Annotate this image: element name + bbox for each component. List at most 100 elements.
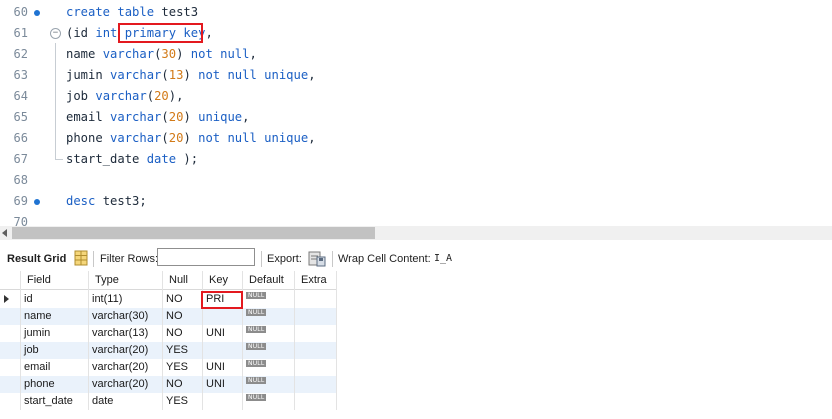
code-line[interactable]: 65 email varchar(20) unique, (0, 107, 832, 128)
code-text: name varchar(30) not null, (66, 44, 257, 65)
cell-null[interactable]: NO (163, 308, 203, 325)
column-header-extra[interactable]: Extra (295, 272, 337, 289)
grid-view-icon[interactable] (74, 250, 88, 266)
highlight-primary-key (118, 23, 203, 43)
statement-marker-icon (34, 199, 40, 205)
table-row[interactable]: email varchar(20) YES UNI NULL (0, 359, 337, 376)
cell-null[interactable]: NO (163, 325, 203, 342)
table-row[interactable]: job varchar(20) YES NULL (0, 342, 337, 359)
cell-key[interactable]: UNI (203, 325, 243, 342)
cell-extra[interactable] (295, 393, 337, 410)
code-line[interactable]: 60 create table test3 (0, 2, 832, 23)
column-header-field[interactable]: Field (21, 272, 89, 289)
table-row[interactable]: name varchar(30) NO NULL (0, 308, 337, 325)
cell-extra[interactable] (295, 308, 337, 325)
cell-default[interactable]: NULL (243, 308, 295, 325)
table-row[interactable]: id int(11) NO PRI NULL (0, 291, 337, 308)
code-token: 20 (154, 89, 169, 103)
cell-field[interactable]: job (21, 342, 89, 359)
code-line[interactable]: 64 job varchar(20), (0, 86, 832, 107)
code-token: 30 (161, 47, 177, 61)
code-token: ), (168, 89, 184, 103)
cell-default[interactable]: NULL (243, 325, 295, 342)
cell-type[interactable]: varchar(20) (89, 342, 163, 359)
cell-default[interactable]: NULL (243, 291, 295, 308)
null-badge: NULL (246, 377, 267, 384)
cell-null[interactable]: YES (163, 359, 203, 376)
column-header-type[interactable]: Type (89, 272, 163, 289)
scroll-left-icon[interactable] (2, 229, 7, 237)
cell-key[interactable] (203, 393, 243, 410)
line-number: 70 (13, 215, 28, 226)
result-grid-tab[interactable]: Result Grid (7, 247, 66, 271)
code-line[interactable]: 70 (0, 212, 832, 226)
cell-field[interactable]: id (21, 291, 89, 308)
cell-default[interactable]: NULL (243, 342, 295, 359)
code-token: jumin (66, 68, 111, 82)
cell-default[interactable]: NULL (243, 376, 295, 393)
cell-field[interactable]: phone (21, 376, 89, 393)
code-text: start_date date ); (66, 149, 198, 170)
cell-field[interactable]: start_date (21, 393, 89, 410)
sql-editor[interactable]: 60 create table test3 61− (id int primary k… (0, 0, 832, 226)
code-line[interactable]: 63 jumin varchar(13) not null unique, (0, 65, 832, 86)
cell-field[interactable]: name (21, 308, 89, 325)
grid-column-divider (88, 271, 89, 410)
cell-default[interactable]: NULL (243, 359, 295, 376)
fold-toggle-icon[interactable]: − (50, 28, 61, 39)
row-selector[interactable] (0, 376, 20, 393)
scrollbar-thumb[interactable] (12, 227, 375, 239)
cell-type[interactable]: varchar(20) (89, 376, 163, 393)
cell-null[interactable]: YES (163, 342, 203, 359)
row-selector[interactable] (0, 393, 20, 410)
cell-type[interactable]: varchar(13) (89, 325, 163, 342)
cell-extra[interactable] (295, 325, 337, 342)
row-selector[interactable] (0, 291, 20, 308)
cell-type[interactable]: varchar(20) (89, 359, 163, 376)
column-header-null[interactable]: Null (163, 272, 203, 289)
table-row[interactable]: start_date date YES NULL (0, 393, 337, 410)
grid-column-divider (162, 271, 163, 410)
row-selector[interactable] (0, 342, 20, 359)
row-selector[interactable] (0, 359, 20, 376)
editor-horizontal-scrollbar[interactable] (0, 226, 832, 240)
cell-key[interactable] (203, 342, 243, 359)
table-row[interactable]: jumin varchar(13) NO UNI NULL (0, 325, 337, 342)
code-token: varchar (110, 68, 162, 82)
code-token: ( (146, 89, 155, 103)
export-icon[interactable] (308, 250, 326, 267)
code-line[interactable]: 66 phone varchar(20) not null unique, (0, 128, 832, 149)
table-row[interactable]: phone varchar(20) NO UNI NULL (0, 376, 337, 393)
cell-null[interactable]: NO (163, 291, 203, 308)
cell-type[interactable]: varchar(30) (89, 308, 163, 325)
cell-type[interactable]: date (89, 393, 163, 410)
code-token: ); (183, 152, 199, 166)
row-selector[interactable] (0, 325, 20, 342)
cell-type[interactable]: int(11) (89, 291, 163, 308)
cell-default[interactable]: NULL (243, 393, 295, 410)
code-line[interactable]: 67 start_date date ); (0, 149, 832, 170)
code-token: ) (183, 131, 199, 145)
cell-null[interactable]: YES (163, 393, 203, 410)
cell-key[interactable]: UNI (203, 376, 243, 393)
line-number: 65 (13, 110, 28, 124)
column-header-key[interactable]: Key (203, 272, 243, 289)
cell-extra[interactable] (295, 359, 337, 376)
column-header-default[interactable]: Default (243, 272, 295, 289)
code-line[interactable]: 69 desc test3; (0, 191, 832, 212)
cell-key[interactable] (203, 308, 243, 325)
cell-null[interactable]: NO (163, 376, 203, 393)
row-selector[interactable] (0, 308, 20, 325)
code-line[interactable]: 62 name varchar(30) not null, (0, 44, 832, 65)
cell-key[interactable]: UNI (203, 359, 243, 376)
result-grid[interactable]: Field Type Null Key Default Extra id int(11) NO P… (0, 271, 832, 419)
cell-extra[interactable] (295, 342, 337, 359)
code-line[interactable]: 68 (0, 170, 832, 191)
cell-extra[interactable] (295, 291, 337, 308)
cell-extra[interactable] (295, 376, 337, 393)
cell-field[interactable]: jumin (21, 325, 89, 342)
wrap-cell-content-icon[interactable]: I̲A (434, 247, 452, 271)
code-text: create table test3 (66, 2, 198, 23)
filter-rows-input[interactable] (157, 248, 255, 266)
cell-field[interactable]: email (21, 359, 89, 376)
